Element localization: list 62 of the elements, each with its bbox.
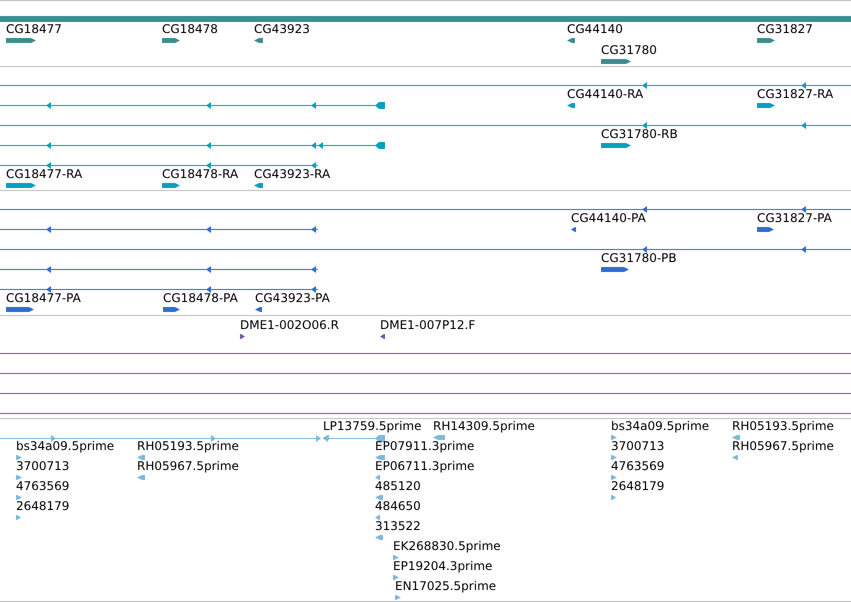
feature-label[interactable]: 313522 (375, 519, 421, 533)
feature-label[interactable]: 2648179 (16, 499, 70, 513)
feature-label[interactable]: CG31827 (757, 22, 813, 36)
feature-label[interactable]: 484650 (375, 499, 421, 513)
right-arrow-icon[interactable] (162, 183, 180, 188)
feature-label[interactable]: 4763569 (16, 479, 70, 493)
feature-label[interactable]: bs34a09.5prime (16, 439, 114, 453)
feature-label[interactable]: 3700713 (16, 459, 70, 473)
feature-label[interactable]: CG31780-PB (601, 251, 677, 265)
right-arrow-icon[interactable] (601, 143, 631, 148)
feature-label[interactable]: LP13759.5prime (323, 419, 422, 433)
right-arrow-icon[interactable] (162, 38, 180, 43)
feature-label[interactable]: CG18477-RA (6, 167, 82, 181)
feature-label[interactable]: CG31827-PA (757, 211, 832, 225)
feature-label[interactable]: CG43923-RA (254, 167, 330, 181)
right-arrow-icon[interactable] (163, 307, 180, 312)
right-arrow-icon[interactable] (757, 227, 774, 232)
feature-label[interactable]: EP06711.3prime (375, 459, 474, 473)
feature-label[interactable]: 3700713 (611, 439, 664, 453)
feature-label[interactable]: CG18477 (6, 22, 62, 36)
feature-label[interactable]: RH05193.5prime (732, 419, 834, 433)
feature-label[interactable]: 2648179 (611, 479, 664, 493)
left-arrow-icon[interactable] (567, 103, 575, 108)
feature-label[interactable]: CG44140-PA (571, 211, 646, 225)
feature-label[interactable]: RH05193.5prime (137, 439, 239, 453)
right-arrow-icon[interactable] (6, 38, 36, 43)
left-arrow-icon[interactable] (254, 183, 263, 188)
feature-label[interactable]: CG31827-RA (757, 87, 834, 101)
feature-label[interactable]: CG43923 (254, 22, 310, 36)
feature-label[interactable]: CG44140-RA (567, 87, 644, 101)
feature-label[interactable]: EN17025.5prime (395, 579, 496, 593)
feature-label[interactable]: CG18478 (162, 22, 218, 36)
feature-label[interactable]: CG18478-PA (163, 291, 238, 305)
right-arrow-icon[interactable] (240, 334, 245, 339)
feature-label[interactable]: DME1-002O06.R (240, 318, 339, 332)
feature-label[interactable]: CG18477-PA (6, 291, 81, 305)
feature-label[interactable]: RH14309.5prime (433, 419, 535, 433)
feature-label[interactable]: CG44140 (567, 22, 623, 36)
feature-label[interactable]: CG18478-RA (162, 167, 238, 181)
left-arrow-icon[interactable] (254, 38, 263, 43)
right-arrow-icon[interactable] (757, 38, 775, 43)
right-arrow-icon[interactable] (6, 183, 36, 188)
feature-label[interactable]: CG43923-PA (255, 291, 330, 305)
right-arrow-icon[interactable] (601, 59, 631, 64)
feature-label[interactable]: CG31780 (601, 43, 657, 57)
feature-label[interactable]: EP07911.3prime (375, 439, 474, 453)
feature-label[interactable]: RH05967.5prime (137, 459, 239, 473)
feature-label[interactable]: DME1-007P12.F (380, 318, 476, 332)
feature-label[interactable]: CG31780-RB (601, 127, 678, 141)
left-arrow-icon[interactable] (380, 334, 385, 339)
feature-label[interactable]: bs34a09.5prime (611, 419, 710, 433)
feature-label[interactable]: 485120 (375, 479, 421, 493)
left-arrow-icon[interactable] (567, 38, 575, 43)
feature-label[interactable]: 4763569 (611, 459, 664, 473)
right-arrow-icon[interactable] (757, 103, 775, 108)
right-arrow-icon[interactable] (6, 307, 34, 312)
feature-label[interactable]: EP19204.3prime (393, 559, 492, 573)
feature-label[interactable]: RH05967.5prime (732, 439, 834, 453)
left-arrow-icon[interactable] (571, 227, 576, 232)
feature-label[interactable]: EK268830.5prime (393, 539, 501, 553)
left-arrow-icon[interactable] (255, 307, 262, 312)
right-arrow-icon[interactable] (601, 267, 629, 272)
